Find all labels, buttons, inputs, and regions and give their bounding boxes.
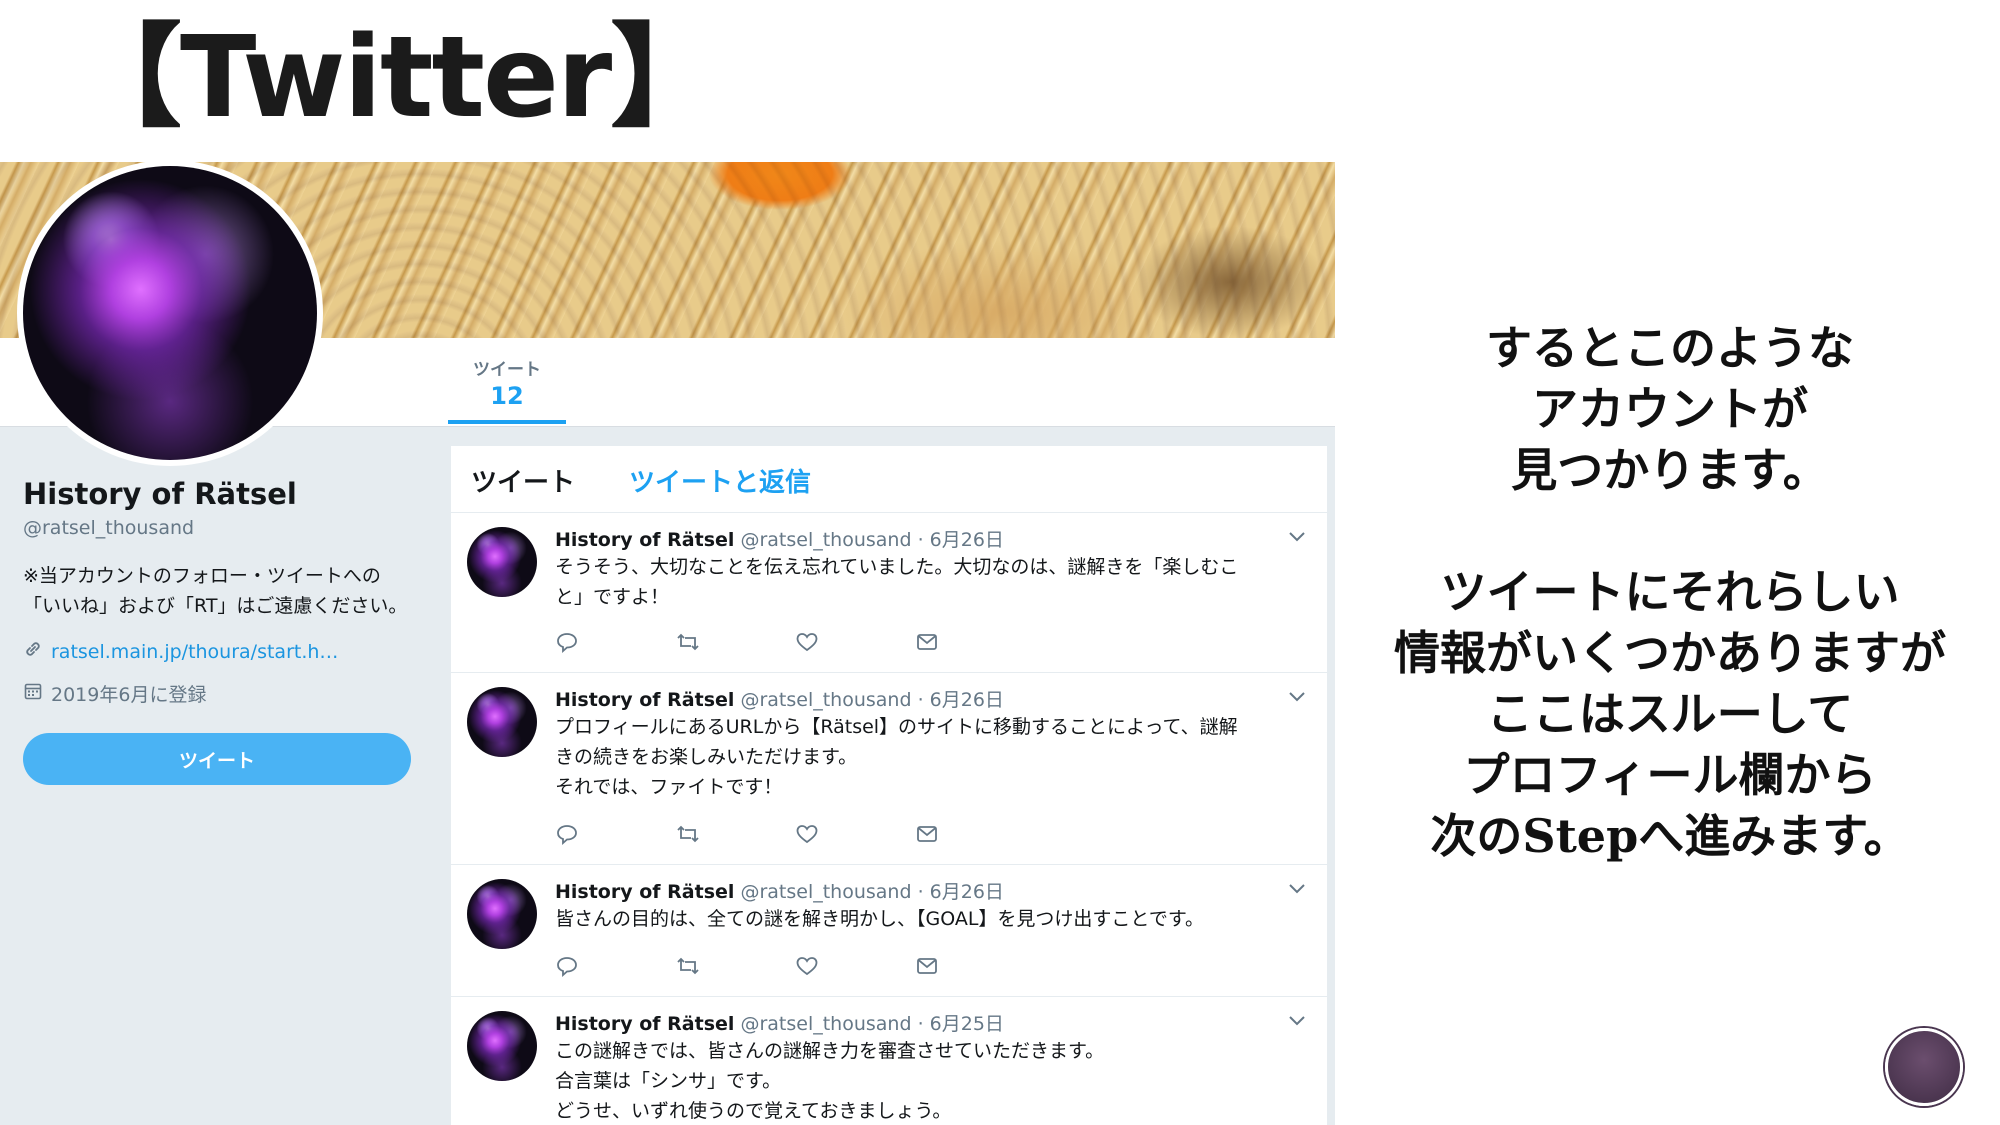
tweet-avatar[interactable] (467, 879, 537, 949)
explanation-line: プロフィール欄から (1463, 748, 1877, 802)
profile-joined-text: 2019年6月に登録 (51, 684, 207, 706)
message-icon[interactable] (915, 955, 1035, 977)
tweet-avatar-image (467, 879, 537, 949)
profile-url-link[interactable]: ratsel.main.jp/thoura/start.h… (51, 641, 338, 663)
like-icon[interactable] (795, 631, 915, 653)
reply-icon[interactable] (555, 823, 675, 845)
profile-joined-row: 2019年6月に登録 (23, 680, 423, 707)
tweet-header: History of Rätsel @ratsel_thousand · 6月2… (555, 1009, 1307, 1036)
tweet-item[interactable]: History of Rätsel @ratsel_thousand · 6月2… (451, 673, 1327, 865)
explanation-line: アカウントが (1532, 382, 1808, 436)
message-icon[interactable] (915, 823, 1035, 845)
tweet-text-line: それでは、ファイトです！ (555, 776, 783, 798)
tweet-actions (555, 823, 1035, 845)
tweet-author-name[interactable]: History of Rätsel (555, 689, 734, 711)
tweet-meta: @ratsel_thousand · 6月26日 (740, 881, 1004, 903)
tweet-item[interactable]: History of Rätsel @ratsel_thousand · 6月2… (451, 865, 1327, 997)
like-icon[interactable] (795, 823, 915, 845)
tweet-text: この謎解きでは、皆さんの謎解き力を審査させていただきます。 合言葉は「シンサ」で… (555, 1036, 1307, 1125)
profile-card: History of Rätsel @ratsel_thousand ※当アカウ… (23, 477, 423, 785)
calendar-icon (23, 681, 43, 706)
tab-tweets-and-replies[interactable]: ツイートと返信 (629, 462, 811, 499)
tweet-text-line: プロフィールにあるURLから【Rätsel】のサイトに移動することによって、謎解 (555, 716, 1238, 738)
tweet-text-line: どうせ、いずれ使うので覚えておきましょう。 (555, 1100, 952, 1122)
tweet-avatar-image (467, 527, 537, 597)
tweet-author-name[interactable]: History of Rätsel (555, 881, 734, 903)
explanation-line: 情報がいくつかありますが (1394, 626, 1946, 680)
link-icon (23, 639, 43, 664)
profile-avatar[interactable] (17, 162, 323, 466)
tweet-body: History of Rätsel @ratsel_thousand · 6月2… (555, 877, 1307, 934)
tweet-body: History of Rätsel @ratsel_thousand · 6月2… (555, 1009, 1307, 1125)
tweet-text-line: きの続きをお楽しみいただけます。 (555, 746, 858, 768)
tweet-avatar[interactable] (467, 527, 537, 597)
tweet-avatar[interactable] (467, 687, 537, 757)
retweet-icon[interactable] (675, 631, 795, 653)
tweet-text: そうそう、大切なことを伝え忘れていました。大切なのは、謎解きを「楽しむこ と」で… (555, 552, 1307, 612)
tweet-avatar[interactable] (467, 1011, 537, 1081)
chevron-down-icon[interactable] (1287, 687, 1307, 708)
retweet-icon[interactable] (675, 955, 795, 977)
tweet-meta: @ratsel_thousand · 6月26日 (740, 529, 1004, 551)
tweet-actions (555, 955, 1035, 977)
tweet-body: History of Rätsel @ratsel_thousand · 6月2… (555, 525, 1307, 612)
reply-icon[interactable] (555, 955, 675, 977)
nav-tab-tweets-count: 12 (490, 382, 524, 410)
nav-tab-tweets[interactable]: ツイート 12 (448, 338, 566, 424)
timeline-tabs: ツイート ツイートと返信 (451, 446, 1327, 513)
tweet-author-name[interactable]: History of Rätsel (555, 1013, 734, 1035)
tweet-text: 皆さんの目的は、全ての謎を解き明かし、【GOAL】を見つけ出すことです。 (555, 904, 1307, 934)
tweet-text-line: と」ですよ！ (555, 586, 670, 608)
chevron-down-icon[interactable] (1287, 879, 1307, 900)
tab-tweets[interactable]: ツイート (471, 462, 575, 499)
explanation-line: 見つかります。 (1511, 443, 1829, 497)
tweet-text-line: この謎解きでは、皆さんの謎解き力を審査させていただきます。 (555, 1040, 1105, 1062)
profile-url-row[interactable]: ratsel.main.jp/thoura/start.h… (23, 639, 423, 664)
tweet-header: History of Rätsel @ratsel_thousand · 6月2… (555, 877, 1307, 904)
avatar-image (23, 166, 317, 460)
tweet-item[interactable]: History of Rätsel @ratsel_thousand · 6月2… (451, 997, 1327, 1125)
tweet-avatar-image (467, 687, 537, 757)
tweet-text-line: 皆さんの目的は、全ての謎を解き明かし、【GOAL】を見つけ出すことです。 (555, 908, 1204, 930)
tweet-text-line: そうそう、大切なことを伝え忘れていました。大切なのは、謎解きを「楽しむこ (555, 556, 1239, 578)
tweet-header: History of Rätsel @ratsel_thousand · 6月2… (555, 525, 1307, 552)
explanation-line: ここはスルーして (1486, 687, 1854, 741)
tweet-body: History of Rätsel @ratsel_thousand · 6月2… (555, 685, 1307, 802)
tweet-author-name[interactable]: History of Rätsel (555, 529, 734, 551)
tweet-avatar-image (467, 1011, 537, 1081)
tweet-text: プロフィールにあるURLから【Rätsel】のサイトに移動することによって、謎解… (555, 712, 1307, 802)
profile-handle[interactable]: @ratsel_thousand (23, 517, 423, 539)
explanation-line: 次のStepへ進みます。 (1430, 809, 1910, 863)
timeline: ツイート ツイートと返信 History of Rätsel @ratsel_t… (451, 446, 1327, 1125)
tweet-text-line: 合言葉は「シンサ」です。 (555, 1070, 782, 1092)
slide-decoration-circle (1885, 1028, 1963, 1106)
retweet-icon[interactable] (675, 823, 795, 845)
explanation-text: するとこのような アカウントが 見つかります。 ツイートにそれらしい 情報がいく… (1370, 318, 1970, 867)
explanation-line: ツイートにそれらしい (1440, 565, 1900, 619)
tweet-item[interactable]: History of Rätsel @ratsel_thousand · 6月2… (451, 513, 1327, 673)
profile-name[interactable]: History of Rätsel (23, 477, 423, 511)
explanation-line: するとこのような (1486, 321, 1854, 375)
like-icon[interactable] (795, 955, 915, 977)
message-icon[interactable] (915, 631, 1035, 653)
profile-bio: ※当アカウントのフォロー・ツイートへの「いいね」および「RT」はご遠慮ください。 (23, 565, 408, 617)
tweet-header: History of Rätsel @ratsel_thousand · 6月2… (555, 685, 1307, 712)
chevron-down-icon[interactable] (1287, 1011, 1307, 1032)
chevron-down-icon[interactable] (1287, 527, 1307, 548)
tweet-meta: @ratsel_thousand · 6月26日 (740, 689, 1004, 711)
reply-icon[interactable] (555, 631, 675, 653)
explanation-spacer (1370, 501, 1970, 562)
tweet-actions (555, 631, 1035, 653)
nav-tab-tweets-label: ツイート (473, 360, 541, 380)
tweet-meta: @ratsel_thousand · 6月25日 (740, 1013, 1004, 1035)
twitter-screenshot: ツイート 12 History of Rätsel @ratsel_thousa… (0, 162, 1335, 1125)
compose-tweet-button[interactable]: ツイート (23, 733, 411, 785)
slide-title: 【Twitter】 (70, 13, 722, 143)
